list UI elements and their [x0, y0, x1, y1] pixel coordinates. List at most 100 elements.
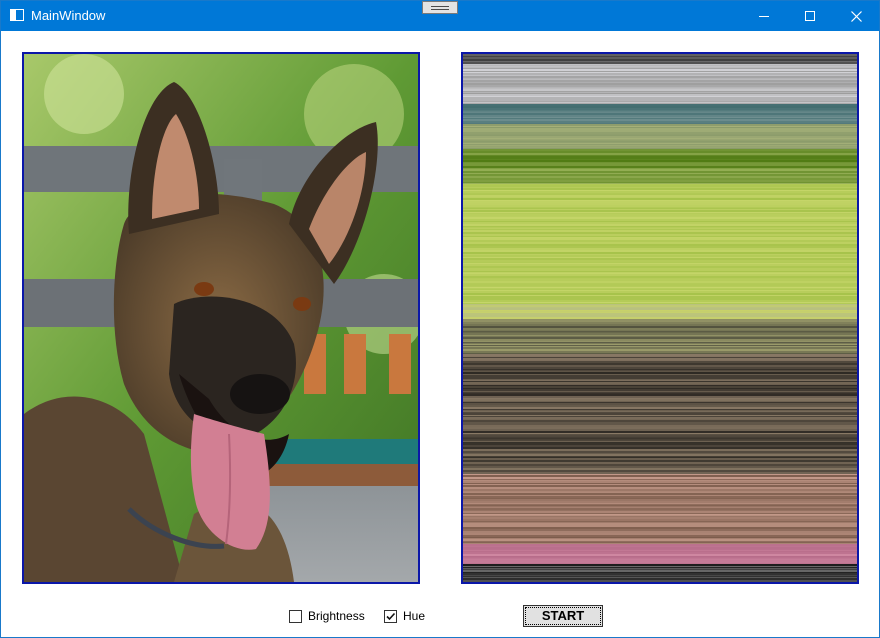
sorted-stripe [463, 544, 857, 546]
sorted-stripe [463, 403, 857, 405]
minimize-button[interactable] [741, 1, 787, 31]
sorted-stripe [463, 413, 857, 415]
sorted-stripe [463, 382, 857, 384]
close-button[interactable] [833, 1, 879, 31]
sorted-stripe [463, 489, 857, 491]
title-bar[interactable]: MainWindow [1, 1, 879, 31]
sorted-stripe [463, 501, 857, 503]
start-button[interactable]: START [523, 605, 603, 627]
sorted-stripe [463, 234, 857, 236]
sorted-stripe [463, 431, 857, 433]
sorted-stripe [463, 214, 857, 216]
sorted-stripe [463, 80, 857, 82]
main-window: MainWindow Brightness Hue START [0, 0, 880, 638]
sorted-stripe [463, 564, 857, 566]
sorted-stripe [463, 481, 857, 483]
sorted-stripe [463, 121, 857, 123]
brightness-checkbox[interactable] [289, 610, 302, 623]
sorted-stripe [463, 443, 857, 445]
sorted-stripe [463, 198, 857, 200]
sorted-stripe [463, 519, 857, 521]
sorted-stripe [463, 324, 857, 326]
sorted-stripe [463, 493, 857, 495]
sorted-stripe [463, 394, 857, 396]
sorted-stripe [463, 466, 857, 468]
sorted-stripe [463, 201, 857, 203]
sorted-stripe [463, 246, 857, 248]
sorted-stripe [463, 361, 857, 363]
sorted-stripe [463, 472, 857, 474]
sorted-stripe [463, 539, 857, 541]
sorted-stripe [463, 322, 857, 324]
sorted-stripe [463, 454, 857, 456]
sorted-stripe [463, 124, 857, 126]
sorted-stripe [463, 54, 857, 56]
sorted-stripe [463, 73, 857, 75]
sorted-stripe [463, 132, 857, 134]
maximize-button[interactable] [787, 1, 833, 31]
dog-photo [24, 54, 418, 582]
sorted-stripe [463, 160, 857, 162]
sorted-stripe [463, 230, 857, 232]
sorted-stripe [463, 238, 857, 240]
sorted-stripe [463, 171, 857, 173]
pixel-sorted-output [463, 54, 857, 582]
sorted-stripe [463, 337, 857, 339]
minimize-icon [759, 16, 769, 17]
sorted-stripe [463, 191, 857, 193]
sorted-stripe [463, 258, 857, 260]
sorted-stripe [463, 163, 857, 165]
sorted-stripe [463, 363, 857, 365]
brightness-label[interactable]: Brightness [308, 609, 365, 624]
sorted-stripe [463, 94, 857, 96]
sorted-stripe [463, 276, 857, 278]
sorted-stripe [463, 308, 857, 310]
sorted-stripe [463, 264, 857, 266]
sorted-stripe [463, 367, 857, 369]
checkmark-icon [386, 612, 396, 621]
sorted-stripe [463, 449, 857, 451]
sorted-stripe [463, 268, 857, 270]
sorted-stripe [463, 83, 857, 85]
original-image-panel [22, 52, 420, 584]
sorted-stripe [463, 178, 857, 180]
sorted-stripe [463, 458, 857, 460]
sorted-stripe [463, 580, 857, 582]
sorted-stripe [463, 578, 857, 580]
sorted-stripe [463, 485, 857, 487]
hue-checkbox[interactable] [384, 610, 397, 623]
sorted-stripe [463, 468, 857, 470]
sorted-stripe [463, 59, 857, 61]
sorted-stripe [463, 517, 857, 519]
sorted-stripe [463, 151, 857, 153]
window-app-icon [10, 9, 24, 21]
sorted-stripe [463, 470, 857, 472]
sorted-stripe [463, 169, 857, 171]
sorted-stripe [463, 205, 857, 207]
sorted-stripe [463, 349, 857, 351]
sorted-stripe [463, 523, 857, 525]
window-title: MainWindow [31, 8, 106, 23]
sorted-stripe [463, 372, 857, 374]
sorted-stripe [463, 365, 857, 367]
sorted-stripe [463, 62, 857, 64]
sorted-stripe [463, 128, 857, 130]
sorted-stripe [463, 333, 857, 335]
sorted-stripe [463, 298, 857, 300]
sorted-stripe [463, 573, 857, 575]
sorted-stripe [463, 69, 857, 71]
sorted-stripe [463, 185, 857, 187]
sorted-stripe [463, 210, 857, 212]
sorted-stripe [463, 266, 857, 268]
sorted-stripe [463, 377, 857, 379]
sorted-stripe [463, 422, 857, 424]
sorted-stripe [463, 447, 857, 449]
hue-label[interactable]: Hue [403, 609, 425, 624]
sorted-stripe [463, 451, 857, 453]
sorted-stripe [463, 396, 857, 398]
sorted-stripe [463, 248, 857, 250]
sorted-stripe [463, 429, 857, 431]
drag-handle-icon[interactable] [422, 1, 458, 14]
sorted-stripe [463, 527, 857, 529]
sorted-stripe [463, 89, 857, 91]
